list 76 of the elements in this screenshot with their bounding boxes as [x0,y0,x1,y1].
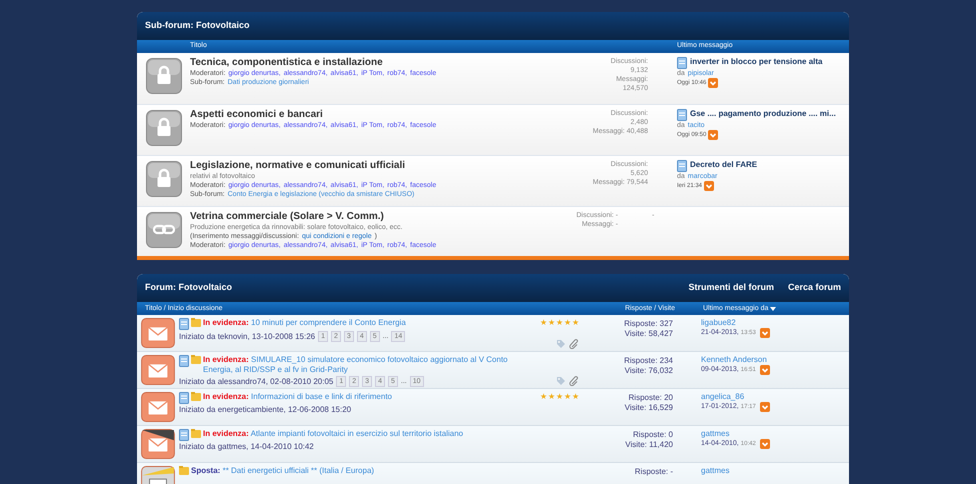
star-icon: ★ [572,319,579,328]
view-count: Visite: 11,420 [625,440,673,450]
view-count: Visite: 16,529 [624,403,673,414]
go-to-post-icon [760,402,770,412]
paperclip-icon [569,376,579,386]
last-poster-link[interactable]: ligabue82 [701,318,770,328]
panel-title: Forum: Fotovoltaico [145,281,233,294]
envelope-icon [141,429,175,460]
view-count: Visite: 76,032 [624,366,673,376]
view-count: Visite: 58,427 [624,329,673,340]
thread-starter: Iniziato da teknovin, 13-10-2008 15:26 [179,332,316,342]
star-icon: ★ [572,393,579,402]
go-to-post-icon [760,365,770,376]
thread-title[interactable]: In evidenza: SIMULARE_10 simulatore economico fotovoltaico aggiornato al V Conto Energia, al RID/SSP e al fv in Grid-Parity [203,355,519,376]
star-icon: ★ [548,393,555,402]
go-to-post-icon [708,78,718,88]
padlock-icon [146,110,182,146]
forum-title[interactable]: Vetrina commerciale (Solare > V. Comm.) [190,211,540,223]
folder-icon [191,355,201,364]
document-icon [179,355,189,368]
folder-icon [191,318,201,328]
go-to-post-icon [760,439,770,450]
forum-title[interactable]: Tecnica, componentistica e installazione [190,57,540,69]
envelope-icon [141,318,175,348]
document-icon [677,57,687,69]
document-icon [179,392,189,404]
reply-count: Risposte: 234 [624,356,673,366]
chain-link-icon [146,212,182,248]
star-icon: ★ [540,319,547,328]
thread-title[interactable]: In evidenza: Informazioni di base e link di riferimento [203,392,392,402]
tag-icon [556,339,566,350]
tag-icon [556,376,566,386]
reply-count: Risposte: 20 [628,393,673,404]
forum-title[interactable]: Legislazione, normative e comunicati ufficiali [190,160,540,172]
star-icon: ★ [564,319,571,328]
thread-starter: Iniziato da gattmes, 14-04-2010 10:42 [179,442,314,452]
padlock-icon [146,58,182,94]
thread-title[interactable]: Sposta: ** Dati energetici ufficiali ** (Italia / Europa) [191,466,374,476]
reply-count: Risposte: 327 [624,319,673,330]
document-icon [677,109,687,121]
go-to-post-icon [708,130,718,140]
star-icon: ★ [564,393,571,402]
star-icon: ★ [548,319,555,328]
last-post-title[interactable]: Decreto del FARE [690,160,758,170]
thread-starter: Iniziato da alessandro74, 02-08-2010 20:05 [179,376,334,387]
document-icon [179,318,189,330]
paperclip-icon [569,339,579,350]
last-post-title[interactable]: Gse .... pagamento produzione .... mi... [690,109,836,119]
last-poster-link[interactable]: Kenneth Anderson [701,355,770,366]
padlock-icon [146,161,182,197]
last-poster-link[interactable]: gattmes [701,466,730,476]
document-icon [179,429,189,442]
folder-icon [191,392,201,402]
thread-title[interactable]: In evidenza: 10 minuti per comprendere il Conto Energia [203,318,406,328]
last-poster-link[interactable]: angelica_86 [701,392,770,402]
go-to-post-icon [704,181,714,191]
forum-tool-link[interactable]: Cerca forum [788,281,841,295]
thread-starter: Iniziato da energeticambiente, 12-06-2008 15:20 [179,405,352,416]
star-icon: ★ [540,393,547,402]
envelope-icon [141,392,175,422]
reply-count: Risposte: 0 [632,430,673,440]
last-poster-link[interactable]: gattmes [701,429,770,440]
thread-title[interactable]: In evidenza: Atlante impianti fotovoltaici in esercizio sul territorio istaliano [203,429,464,440]
go-to-post-icon [760,328,770,338]
panel-title: Sub-forum: Fotovoltaico [145,18,250,32]
document-icon [677,160,687,172]
caret-icon [770,306,776,311]
last-post-title[interactable]: inverter in blocco per tensione alta [690,57,822,67]
envelope-icon [141,355,175,386]
star-icon: ★ [556,319,563,328]
reply-count: Risposte: - [634,467,673,478]
folder-icon [191,429,201,438]
forum-title[interactable]: Aspetti economici e bancari [190,109,540,121]
forum-tool-link[interactable]: Strumenti del forum [688,281,774,295]
star-icon: ★ [556,393,563,402]
folder-icon [179,466,189,476]
